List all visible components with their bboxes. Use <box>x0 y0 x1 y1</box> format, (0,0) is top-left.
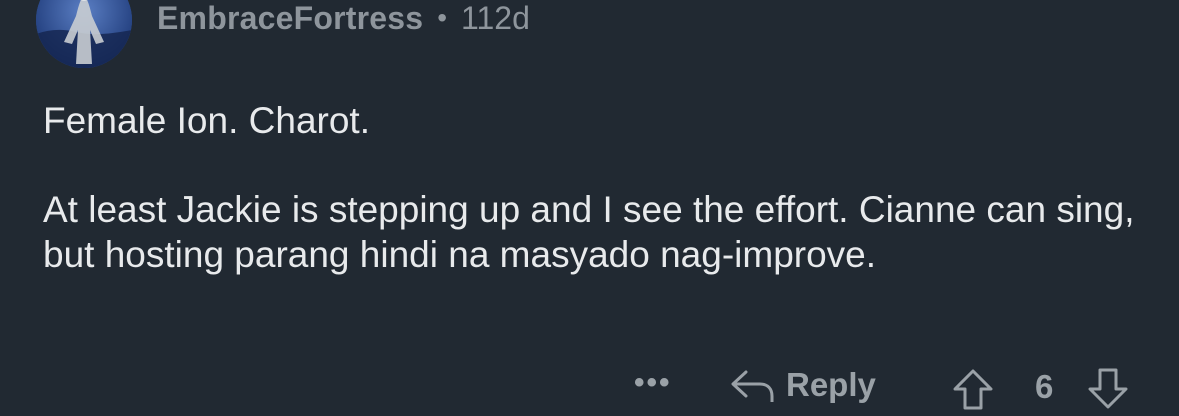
comment-header: EmbraceFortress • 112d <box>157 0 530 42</box>
comment-age: 112d <box>461 0 530 36</box>
reply-button[interactable]: Reply <box>730 366 876 404</box>
comment-paragraph: At least Jackie is stepping up and I see… <box>43 189 1135 275</box>
meta-separator: • <box>437 2 448 33</box>
upvote-arrow-icon <box>953 369 993 410</box>
reply-arrow-icon <box>731 370 774 402</box>
avatar-image <box>36 0 132 68</box>
downvote-button[interactable] <box>1086 368 1130 415</box>
username-link[interactable]: EmbraceFortress <box>157 0 423 37</box>
more-options-icon[interactable]: ••• <box>634 366 672 400</box>
vote-count: 6 <box>1035 368 1054 405</box>
user-avatar[interactable] <box>36 0 132 68</box>
comment-actions: ••• Reply 6 <box>0 366 1179 416</box>
upvote-button[interactable] <box>951 368 995 415</box>
comment-paragraph: Female Ion. Charot. <box>43 100 370 141</box>
comment-body: Female Ion. Charot. At least Jackie is s… <box>43 98 1143 277</box>
reply-label: Reply <box>786 366 876 403</box>
downvote-arrow-icon <box>1088 368 1128 409</box>
